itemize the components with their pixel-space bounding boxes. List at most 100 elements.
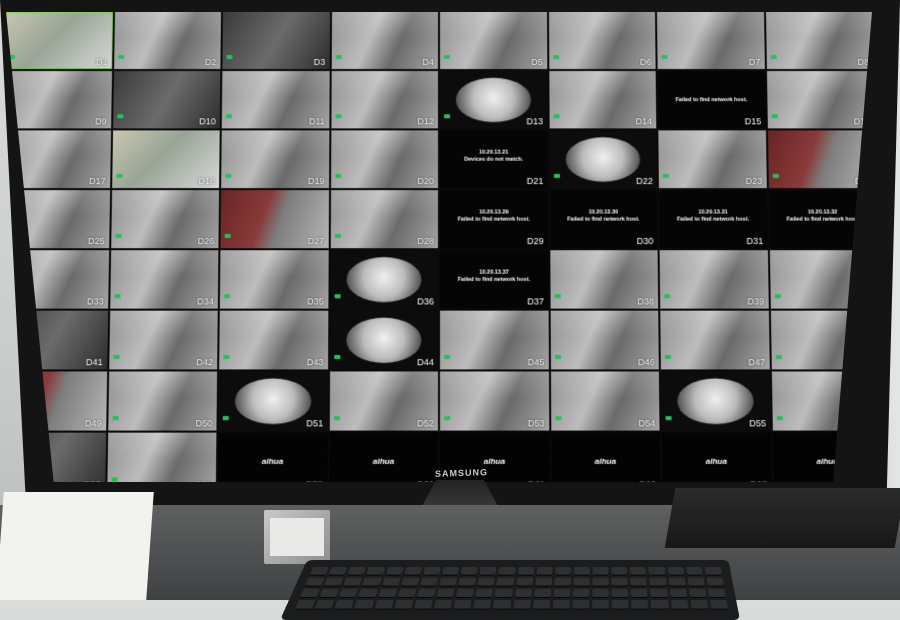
keyboard-key[interactable]	[384, 566, 404, 576]
keyboard-key[interactable]	[704, 566, 722, 576]
keyboard-key[interactable]	[592, 588, 609, 598]
camera-tile-d13[interactable]: D13	[440, 71, 548, 129]
keyboard-key[interactable]	[707, 588, 727, 598]
keyboard-key[interactable]	[573, 577, 590, 587]
keyboard-key[interactable]	[436, 588, 455, 598]
keyboard-key[interactable]	[413, 600, 433, 610]
keyboard-key[interactable]	[532, 600, 551, 610]
camera-tile-d18[interactable]: D18	[111, 130, 220, 189]
keyboard-key[interactable]	[441, 566, 460, 576]
camera-tile-d10[interactable]: D10	[112, 71, 221, 129]
camera-tile-d51[interactable]: D51	[218, 371, 328, 431]
camera-tile-d8[interactable]: D8	[765, 12, 872, 70]
camera-tile-d26[interactable]: D26	[110, 190, 220, 249]
keyboard-key[interactable]	[299, 588, 321, 598]
camera-tile-d39[interactable]: D39	[659, 250, 769, 309]
keyboard-key[interactable]	[630, 588, 648, 598]
keyboard-key[interactable]	[670, 600, 689, 610]
keyboard-key[interactable]	[554, 577, 571, 587]
camera-tile-d38[interactable]: D38	[549, 250, 659, 309]
keyboard-key[interactable]	[706, 577, 724, 587]
camera-tile-d7[interactable]: D7	[657, 12, 765, 70]
keyboard-key[interactable]	[592, 566, 609, 576]
keyboard-key[interactable]	[419, 577, 439, 587]
keyboard-key[interactable]	[328, 566, 348, 576]
keyboard-key[interactable]	[496, 577, 515, 587]
keyboard-key[interactable]	[494, 588, 513, 598]
camera-tile-d14[interactable]: D14	[548, 71, 657, 129]
keyboard-key[interactable]	[381, 577, 401, 587]
keyboard-key[interactable]	[455, 588, 475, 598]
camera-tile-d42[interactable]: D42	[108, 310, 218, 370]
keyboard-key[interactable]	[314, 600, 335, 610]
camera-tile-d9[interactable]: D9	[6, 71, 112, 129]
keyboard-key[interactable]	[334, 600, 355, 610]
camera-tile-d17[interactable]: D17	[6, 130, 111, 189]
keyboard-key[interactable]	[554, 566, 572, 576]
keyboard-key[interactable]	[338, 588, 359, 598]
keyboard-key[interactable]	[630, 566, 647, 576]
camera-tile-d46[interactable]: D46	[550, 310, 659, 370]
keyboard-key[interactable]	[397, 588, 417, 598]
camera-tile-d16[interactable]: D16	[766, 71, 872, 129]
camera-tile-d3[interactable]: D3	[222, 12, 330, 70]
keyboard-key[interactable]	[366, 566, 385, 576]
camera-tile-d5[interactable]: D5	[440, 12, 547, 70]
keyboard-key[interactable]	[685, 566, 704, 576]
keyboard-key[interactable]	[552, 600, 570, 610]
camera-tile-d36[interactable]: D36	[329, 250, 438, 309]
keyboard-key[interactable]	[648, 566, 666, 576]
keyboard-key[interactable]	[477, 577, 496, 587]
keyboard-key[interactable]	[630, 577, 648, 587]
camera-tile-d47[interactable]: D47	[660, 310, 770, 370]
camera-tile-d44[interactable]: D44	[329, 310, 438, 370]
keyboard-key[interactable]	[535, 566, 553, 576]
keyboard-key[interactable]	[422, 566, 441, 576]
keyboard-key[interactable]	[492, 600, 512, 610]
keyboard-key[interactable]	[534, 577, 552, 587]
camera-tile-d54[interactable]: D54	[550, 371, 660, 431]
camera-tile-d6[interactable]: D6	[548, 12, 656, 70]
camera-tile-d45[interactable]: D45	[440, 310, 549, 370]
keyboard-key[interactable]	[611, 566, 628, 576]
keyboard-key[interactable]	[688, 588, 707, 598]
camera-tile-d58[interactable]: D58	[106, 432, 217, 482]
camera-tile-d25[interactable]: D25	[6, 190, 110, 249]
camera-tile-d19[interactable]: D19	[221, 130, 329, 189]
camera-tile-d29[interactable]: 10.20.13.29 Failed to find network host. D…	[440, 190, 548, 249]
keyboard-key[interactable]	[573, 566, 590, 576]
keyboard-key[interactable]	[460, 566, 479, 576]
keyboard-key[interactable]	[309, 566, 330, 576]
keyboard-key[interactable]	[512, 600, 531, 610]
camera-tile-d56[interactable]: D56	[771, 371, 872, 431]
keyboard-key[interactable]	[403, 566, 423, 576]
keyboard-key[interactable]	[479, 566, 497, 576]
camera-tile-d1[interactable]: D1	[6, 12, 113, 70]
keyboard-key[interactable]	[649, 577, 667, 587]
keyboard-key[interactable]	[354, 600, 375, 610]
keyboard-key[interactable]	[592, 600, 610, 610]
camera-tile-d30[interactable]: 10.20.13.30 Failed to find network host. D…	[549, 190, 658, 249]
camera-tile-d21[interactable]: 10.20.13.21 Devices do not match. D21	[440, 130, 548, 189]
camera-tile-d11[interactable]: D11	[221, 71, 330, 129]
keyboard-key[interactable]	[514, 588, 532, 598]
keyboard-key[interactable]	[611, 600, 629, 610]
camera-tile-d31[interactable]: 10.20.13.31 Failed to find network host. D…	[658, 190, 768, 249]
keyboard-key[interactable]	[377, 588, 398, 598]
keyboard-key[interactable]	[453, 600, 472, 610]
keyboard-key[interactable]	[690, 600, 709, 610]
keyboard-key[interactable]	[393, 600, 414, 610]
camera-tile-d15[interactable]: Failed to find network host. D15	[657, 71, 766, 129]
camera-tile-d20[interactable]: D20	[330, 130, 438, 189]
keyboard[interactable]	[280, 559, 740, 620]
keyboard-key[interactable]	[592, 577, 609, 587]
keyboard-key[interactable]	[416, 588, 436, 598]
camera-tile-d22[interactable]: D22	[549, 130, 657, 189]
camera-tile-d24[interactable]: D24	[767, 130, 872, 189]
keyboard-key[interactable]	[515, 577, 533, 587]
camera-tile-d32[interactable]: 10.20.13.32 Failed to find network host. D…	[768, 190, 872, 249]
keyboard-key[interactable]	[517, 566, 535, 576]
camera-tile-d64[interactable]: alhua D64	[772, 432, 872, 482]
keyboard-key[interactable]	[667, 566, 685, 576]
keyboard-key[interactable]	[304, 577, 325, 587]
